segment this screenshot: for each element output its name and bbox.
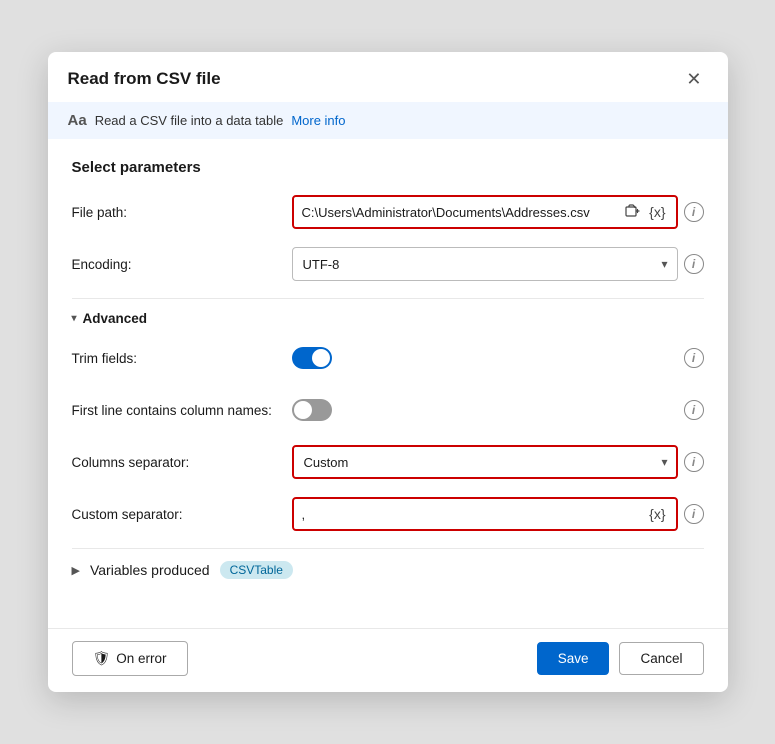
- custom-sep-info-icon: i: [684, 504, 704, 524]
- file-path-info-icon: i: [684, 202, 704, 222]
- close-button[interactable]: ✕: [680, 68, 707, 90]
- advanced-label: Advanced: [83, 311, 148, 326]
- encoding-select[interactable]: UTF-8 ASCII Unicode UTF-16: [292, 247, 678, 281]
- dialog: Read from CSV file ✕ Aa Read a CSV file …: [48, 52, 728, 692]
- first-line-toggle[interactable]: [292, 399, 332, 421]
- first-line-toggle-knob: [294, 401, 312, 419]
- first-line-toggle-wrap: [292, 399, 332, 421]
- trim-fields-control-wrap: i: [292, 347, 704, 369]
- file-path-input[interactable]: C:\Users\Administrator\Documents\Address…: [292, 195, 678, 229]
- shield-icon: 🛡: [93, 650, 111, 667]
- encoding-select-wrap: UTF-8 ASCII Unicode UTF-16 ▾: [292, 247, 678, 281]
- variables-produced-row: ▶ Variables produced CSVTable: [72, 561, 704, 579]
- first-line-row: First line contains column names: i: [72, 392, 704, 428]
- custom-sep-row: Custom separator: , {x} i: [72, 496, 704, 532]
- variable-icon[interactable]: {x}: [647, 204, 667, 220]
- on-error-button[interactable]: 🛡 On error: [72, 641, 188, 676]
- divider: [72, 298, 704, 299]
- trim-fields-toggle-knob: [312, 349, 330, 367]
- banner-description: Read a CSV file into a data table: [95, 113, 284, 128]
- variables-collapse-arrow[interactable]: ▶: [72, 564, 80, 577]
- advanced-section-header[interactable]: ▾ Advanced: [72, 311, 704, 326]
- file-path-control-wrap: C:\Users\Administrator\Documents\Address…: [292, 195, 704, 229]
- columns-sep-row: Columns separator: System default Comma …: [72, 444, 704, 480]
- columns-sep-control-wrap: System default Comma Semicolon Tab Custo…: [292, 445, 704, 479]
- custom-sep-label: Custom separator:: [72, 507, 292, 522]
- dialog-header: Read from CSV file ✕: [48, 52, 728, 102]
- divider-2: [72, 548, 704, 549]
- section-title: Select parameters: [72, 159, 704, 176]
- file-browse-icon[interactable]: [623, 203, 643, 222]
- custom-sep-control-wrap: , {x} i: [292, 497, 704, 531]
- variables-badge: CSVTable: [220, 561, 293, 579]
- on-error-label: On error: [116, 651, 166, 666]
- first-line-info-icon: i: [684, 400, 704, 420]
- columns-sep-label: Columns separator:: [72, 455, 292, 470]
- aa-icon: Aa: [68, 112, 87, 129]
- save-button[interactable]: Save: [537, 642, 610, 675]
- dialog-body: Select parameters File path: C:\Users\Ad…: [48, 139, 728, 628]
- custom-sep-var-icon[interactable]: {x}: [647, 506, 667, 522]
- file-path-label: File path:: [72, 205, 292, 220]
- file-path-row: File path: C:\Users\Administrator\Docume…: [72, 194, 704, 230]
- encoding-info-icon: i: [684, 254, 704, 274]
- trim-fields-toggle-wrap: [292, 347, 332, 369]
- trim-fields-toggle[interactable]: [292, 347, 332, 369]
- footer-right: Save Cancel: [537, 642, 704, 675]
- first-line-label: First line contains column names:: [72, 403, 292, 418]
- dialog-footer: 🛡 On error Save Cancel: [48, 628, 728, 692]
- info-banner: Aa Read a CSV file into a data table Mor…: [48, 102, 728, 139]
- trim-fields-info-icon: i: [684, 348, 704, 368]
- custom-sep-input[interactable]: , {x}: [292, 497, 678, 531]
- file-path-value: C:\Users\Administrator\Documents\Address…: [302, 205, 624, 220]
- variables-produced-label: Variables produced: [90, 562, 210, 578]
- encoding-row: Encoding: UTF-8 ASCII Unicode UTF-16 ▾ i: [72, 246, 704, 282]
- columns-sep-info-icon: i: [684, 452, 704, 472]
- trim-fields-row: Trim fields: i: [72, 340, 704, 376]
- encoding-label: Encoding:: [72, 257, 292, 272]
- first-line-control-wrap: i: [292, 399, 704, 421]
- file-path-icons: {x}: [623, 203, 667, 222]
- columns-sep-select[interactable]: System default Comma Semicolon Tab Custo…: [292, 445, 678, 479]
- columns-sep-select-wrap: System default Comma Semicolon Tab Custo…: [292, 445, 678, 479]
- cancel-button[interactable]: Cancel: [619, 642, 703, 675]
- dialog-title: Read from CSV file: [68, 69, 221, 89]
- trim-fields-label: Trim fields:: [72, 351, 292, 366]
- more-info-link[interactable]: More info: [291, 113, 345, 128]
- advanced-chevron-icon: ▾: [72, 313, 77, 324]
- encoding-control-wrap: UTF-8 ASCII Unicode UTF-16 ▾ i: [292, 247, 704, 281]
- custom-sep-value: ,: [302, 507, 648, 522]
